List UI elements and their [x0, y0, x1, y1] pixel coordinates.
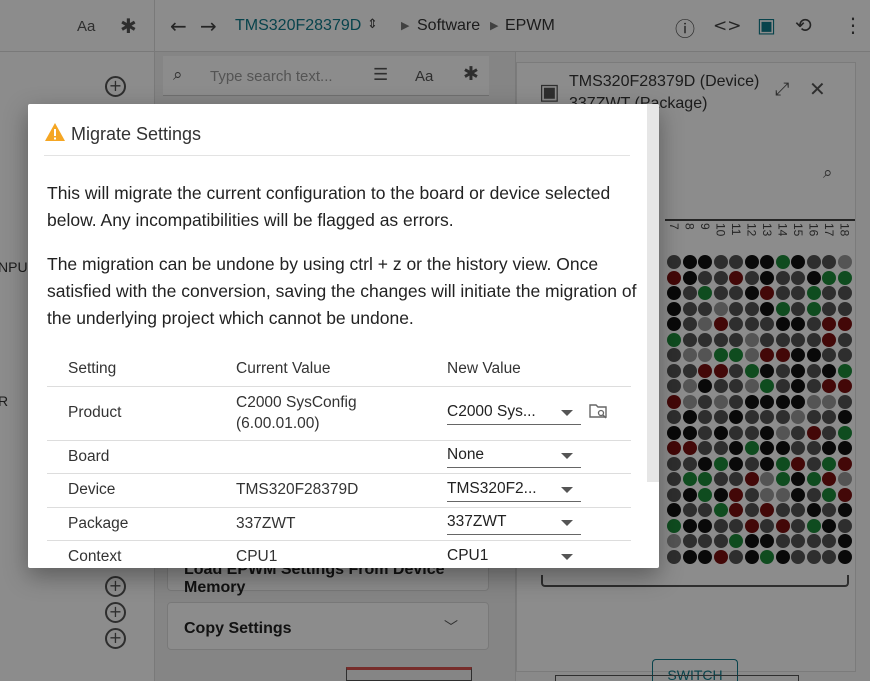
- setting-name: Device: [47, 473, 215, 508]
- table-header-row: Setting Current Value New Value: [47, 352, 631, 387]
- header-current-value: Current Value: [215, 352, 426, 387]
- setting-name: Product: [47, 386, 215, 441]
- header-new-value: New Value: [426, 352, 631, 387]
- new-value-cell: CPU1: [426, 540, 631, 568]
- current-value: TMS320F28379D: [215, 473, 426, 508]
- caret-down-icon: [561, 553, 573, 560]
- table-row: Context CPU1 CPU1: [47, 540, 631, 568]
- setting-name: Board: [47, 440, 215, 474]
- migrate-settings-dialog: Migrate Settings This will migrate the c…: [28, 104, 659, 568]
- migration-settings-table: Setting Current Value New Value Product …: [47, 352, 631, 568]
- dialog-header: Migrate Settings: [44, 122, 630, 156]
- package-select[interactable]: 337ZWT: [447, 512, 581, 536]
- table-row: Product C2000 SysConfig (6.00.01.00) C20…: [47, 386, 631, 441]
- product-select[interactable]: C2000 Sys...: [447, 402, 581, 425]
- warning-icon: [44, 122, 66, 147]
- current-value: CPU1: [215, 540, 426, 568]
- select-value: CPU1: [447, 546, 489, 564]
- new-value-cell: 337ZWT: [426, 507, 631, 541]
- header-setting: Setting: [47, 352, 215, 387]
- select-value: TMS320F2...: [447, 479, 537, 497]
- current-value: [215, 440, 426, 474]
- table-row: Package 337ZWT 337ZWT: [47, 507, 631, 541]
- table-row: Board None: [47, 440, 631, 474]
- select-value: C2000 Sys...: [447, 402, 536, 420]
- dialog-scrollbar[interactable]: [647, 104, 659, 482]
- caret-down-icon: [561, 409, 573, 416]
- caret-down-icon: [561, 486, 573, 493]
- device-select[interactable]: TMS320F2...: [447, 479, 581, 502]
- caret-down-icon: [561, 520, 573, 527]
- context-select[interactable]: CPU1: [447, 546, 581, 568]
- new-value-cell: C2000 Sys...: [426, 386, 631, 441]
- setting-name: Package: [47, 507, 215, 541]
- select-value: None: [447, 446, 485, 464]
- caret-down-icon: [561, 453, 573, 460]
- dialog-description: This will migrate the current configurat…: [47, 183, 611, 230]
- setting-name: Context: [47, 540, 215, 568]
- folder-search-icon[interactable]: [589, 403, 609, 424]
- table-row: Device TMS320F28379D TMS320F2...: [47, 473, 631, 508]
- dialog-title: Migrate Settings: [71, 124, 202, 144]
- dialog-undo-note: The migration can be undone by using ctr…: [47, 254, 637, 328]
- board-select[interactable]: None: [447, 445, 581, 469]
- new-value-cell: None: [426, 440, 631, 474]
- current-value: C2000 SysConfig (6.00.01.00): [215, 386, 426, 441]
- current-value: 337ZWT: [215, 507, 426, 541]
- new-value-cell: TMS320F2...: [426, 473, 631, 508]
- select-value: 337ZWT: [447, 513, 507, 531]
